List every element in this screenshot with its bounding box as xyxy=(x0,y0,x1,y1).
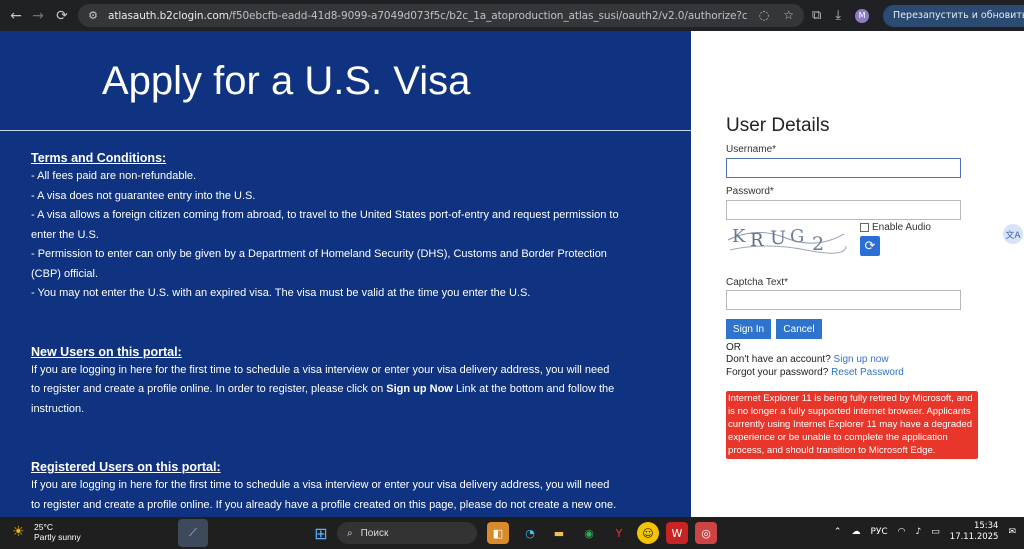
weather-widget[interactable]: ☀ 25°C Partly sunny xyxy=(12,522,81,542)
reload-icon[interactable]: ⟳ xyxy=(50,4,74,28)
info-panel: Apply for a U.S. Visa Terms and Conditio… xyxy=(0,31,691,517)
partly-sunny-icon: ☀ xyxy=(12,524,25,540)
title-divider xyxy=(0,130,691,131)
registered-users-heading: Registered Users on this portal: xyxy=(31,460,221,474)
cancel-button[interactable]: Cancel xyxy=(776,319,822,339)
enable-audio-option[interactable]: Enable Audio xyxy=(860,222,931,233)
sign-in-button[interactable]: Sign In xyxy=(726,319,771,339)
search-placeholder: Поиск xyxy=(360,527,389,539)
cloud-icon[interactable]: ☁ xyxy=(851,527,860,537)
app-icon[interactable]: W xyxy=(666,522,688,544)
terms-line: - You may not enter the U.S. with an exp… xyxy=(31,287,531,299)
password-input[interactable] xyxy=(726,200,961,220)
info-content: Terms and Conditions: - All fees paid ar… xyxy=(31,149,621,517)
captcha-refresh-icon[interactable]: ⟳ xyxy=(860,236,880,256)
login-panel: User Details Username* Password* K R U G… xyxy=(691,31,1024,517)
weather-text: Partly sunny xyxy=(34,532,81,542)
signup-row: Don't have an account? Sign up now xyxy=(726,354,889,365)
file-explorer-icon[interactable]: ▬ xyxy=(548,522,570,544)
extensions-icon[interactable]: ⧉ xyxy=(812,8,821,23)
user-details-title: User Details xyxy=(726,115,830,136)
eye-off-icon[interactable]: ◌ xyxy=(759,8,769,22)
back-arrow-icon[interactable]: ← xyxy=(4,4,28,28)
password-label: Password* xyxy=(726,186,774,197)
taskbar-search[interactable]: ⌕ Поиск xyxy=(337,522,477,544)
captcha-image: K R U G 2 xyxy=(726,220,847,256)
yandex-icon[interactable]: Y xyxy=(608,522,630,544)
download-icon[interactable]: ⤓ xyxy=(835,8,841,23)
wifi-icon[interactable]: ◠ xyxy=(898,527,906,537)
chrome-icon[interactable]: ◉ xyxy=(578,522,600,544)
profile-avatar[interactable]: M xyxy=(855,8,870,23)
site-info-icon[interactable]: ⚙ xyxy=(86,9,100,23)
reset-password-link[interactable]: Reset Password xyxy=(831,367,904,378)
edge-icon[interactable]: ◔ xyxy=(519,522,541,544)
notification-icon[interactable]: ✉ xyxy=(1008,527,1016,537)
url-text[interactable]: atlasauth.b2clogin.com/f50ebcfb-eadd-41d… xyxy=(108,10,748,22)
system-tray: ⌃ ☁ РУС ◠ ♪ ▭ 15:34 17.11.2025 ✉ xyxy=(834,521,1016,543)
captcha-letter: U xyxy=(770,227,786,249)
search-icon: ⌕ xyxy=(347,527,353,539)
enable-audio-label: Enable Audio xyxy=(872,222,931,233)
taskbar: ☀ 25°C Partly sunny ⟋ ⊞ ⌕ Поиск ◧ ◔ ▬ ◉ … xyxy=(0,517,1024,549)
translate-icon[interactable]: 文A xyxy=(1003,224,1023,244)
captcha-letter: 2 xyxy=(812,233,824,255)
captcha-letter: R xyxy=(750,230,764,251)
chevron-up-icon[interactable]: ⌃ xyxy=(834,527,842,537)
terms-heading: Terms and Conditions: xyxy=(31,151,167,165)
terms-line: - A visa does not guarantee entry into t… xyxy=(31,189,256,202)
clock[interactable]: 15:34 17.11.2025 xyxy=(950,521,999,543)
new-users-heading: New Users on this portal: xyxy=(31,344,182,359)
address-bar[interactable]: ⚙ atlasauth.b2clogin.com/f50ebcfb-eadd-4… xyxy=(78,4,804,27)
ie-warning-banner: Internet Explorer 11 is being fully reti… xyxy=(726,391,978,459)
reset-row: Forgot your password? Reset Password xyxy=(726,367,904,378)
captcha-letter: K xyxy=(732,226,746,247)
time: 15:34 xyxy=(973,521,999,531)
enable-audio-checkbox[interactable] xyxy=(860,223,869,232)
language-indicator[interactable]: РУС xyxy=(870,527,887,537)
captcha-label: Captcha Text* xyxy=(726,277,789,288)
new-users-text: If you are logging in here for the first… xyxy=(31,363,615,415)
captcha-letter: G xyxy=(790,226,804,247)
sign-up-link[interactable]: Sign up now xyxy=(834,354,889,365)
windows-start-icon[interactable]: ⊞ xyxy=(310,522,332,544)
app-icon[interactable]: ◎ xyxy=(695,522,717,544)
battery-icon[interactable]: ▭ xyxy=(931,527,940,537)
browser-toolbar: ← → ⟳ ⚙ atlasauth.b2clogin.com/f50ebcfb-… xyxy=(0,0,1024,31)
temperature: 25°C xyxy=(34,522,53,532)
captcha-input[interactable] xyxy=(726,290,961,310)
bookmark-star-icon[interactable]: ☆ xyxy=(783,8,794,22)
registered-users-text: If you are logging in here for the first… xyxy=(31,479,617,511)
terms-line: - All fees paid are non-refundable. xyxy=(31,170,197,182)
or-label: OR xyxy=(726,342,741,353)
terms-line: - A visa allows a foreign citizen coming… xyxy=(31,209,619,241)
volume-icon[interactable]: ♪ xyxy=(916,527,922,537)
terms-line: - Permission to enter can only be given … xyxy=(31,248,607,280)
app-icon[interactable]: ⟋ xyxy=(178,519,208,547)
relaunch-update-button[interactable]: Перезапустить и обновить⋮ xyxy=(883,4,1024,27)
task-view-icon[interactable]: ◧ xyxy=(487,522,509,544)
app-icon[interactable]: ☺ xyxy=(637,522,659,544)
page-title: Apply for a U.S. Visa xyxy=(102,59,471,103)
username-label: Username* xyxy=(726,144,777,155)
date: 17.11.2025 xyxy=(949,532,999,542)
username-input[interactable] xyxy=(726,158,961,178)
forward-arrow-icon[interactable]: → xyxy=(26,4,50,28)
